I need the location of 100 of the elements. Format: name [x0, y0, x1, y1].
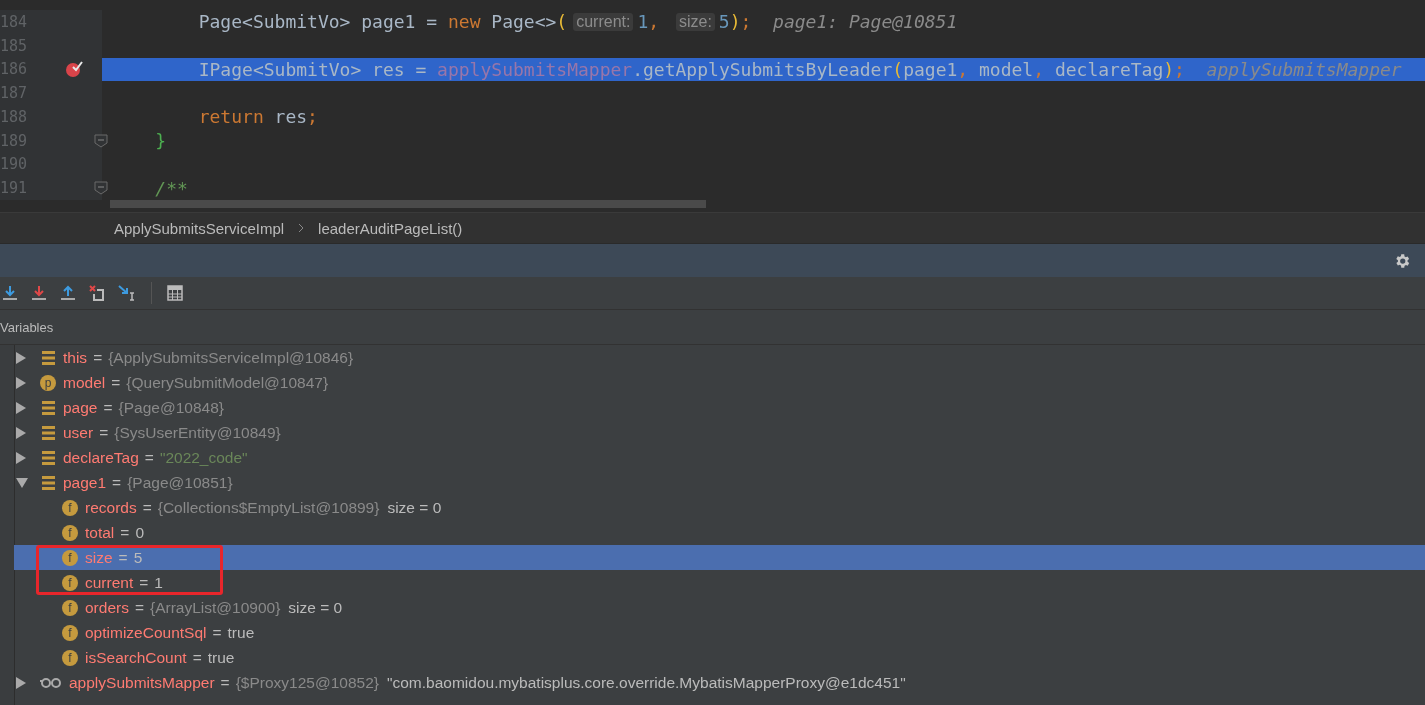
equals-sign: =	[139, 573, 149, 592]
expand-arrow-icon[interactable]	[15, 400, 27, 415]
field-icon: f	[62, 549, 78, 566]
variable-name: this	[63, 348, 88, 367]
variable-row[interactable]: f size = 5	[14, 545, 1425, 570]
variable-value: true	[227, 623, 255, 642]
parameter-hint: size:	[675, 12, 715, 31]
variable-row[interactable]: f records = {Collections$EmptyList@10899} size = 0	[14, 495, 1425, 520]
code-token: ,	[957, 58, 970, 80]
variable-name: orders	[85, 598, 129, 617]
breakpoint-icon[interactable]	[65, 60, 83, 77]
variable-name: optimizeCountSql	[85, 623, 207, 642]
expand-arrow-icon[interactable]	[15, 350, 27, 365]
breadcrumb[interactable]: ApplySubmitsServiceImpl	[114, 219, 285, 237]
variable-detail: size = 0	[288, 598, 343, 617]
run-to-cursor-icon[interactable]	[118, 285, 136, 301]
code-token: new	[447, 11, 481, 33]
variable-name: applySubmitsMapper	[69, 673, 215, 692]
code-token: }	[154, 130, 167, 152]
variable-row[interactable]: applySubmitsMapper = {$Proxy125@10852} "com.baomidou.mybatisplus.core.override.MybatisMapperProxy@e1dc451"	[14, 670, 1425, 695]
variable-row[interactable]: f total = 0	[14, 520, 1425, 545]
field-icon: f	[62, 574, 78, 591]
variable-value: {$Proxy125@10852}	[235, 673, 379, 692]
scrollbar[interactable]	[110, 200, 706, 208]
equals-sign: =	[120, 523, 130, 542]
breadcrumb[interactable]: leaderAuditPageList()	[318, 219, 463, 237]
code-token: Page<>	[490, 11, 557, 33]
field-list-icon	[41, 450, 55, 465]
code-token: )	[1163, 58, 1175, 80]
collapse-arrow-icon[interactable]	[15, 476, 29, 489]
variable-name: page1	[63, 473, 107, 492]
variable-value: {SysUserEntity@10849}	[114, 423, 281, 442]
code-token: model	[979, 58, 1034, 80]
code-token: ,	[648, 11, 661, 33]
variable-value: 0	[135, 523, 144, 542]
expand-arrow-icon[interactable]	[15, 425, 27, 440]
field-icon: f	[62, 649, 78, 666]
variable-name: size	[85, 548, 113, 567]
field-icon: f	[62, 524, 78, 541]
code-token: Page<SubmitVo> page1 =	[197, 11, 439, 33]
expand-arrow-icon[interactable]	[15, 450, 27, 465]
code-token: 1	[637, 11, 649, 33]
parameter-icon: p	[40, 374, 56, 391]
variable-name: user	[63, 423, 94, 442]
equals-sign: =	[134, 598, 144, 617]
variable-row[interactable]: f current = 1	[14, 570, 1425, 595]
field-icon: f	[62, 599, 78, 616]
variable-row[interactable]: page = {Page@10848}	[14, 395, 1425, 420]
variable-value: {Page@10851}	[127, 473, 233, 492]
variable-row[interactable]: p model = {QuerySubmitModel@10847}	[14, 370, 1425, 395]
panel-title: Variables	[0, 319, 54, 335]
code-token: /**	[154, 177, 188, 199]
field-list-icon	[41, 425, 55, 440]
variable-name: isSearchCount	[85, 648, 187, 667]
field-list-icon	[41, 400, 55, 415]
variable-value: 1	[154, 573, 163, 592]
code-token: (	[892, 58, 904, 80]
code-token: )	[729, 11, 741, 33]
variable-name: page	[63, 398, 98, 417]
field-list-icon	[41, 350, 55, 365]
equals-sign: =	[118, 548, 128, 567]
code-token: declareTag	[1054, 58, 1164, 80]
variable-detail: "com.baomidou.mybatisplus.core.override.MybatisMapperProxy@e1dc451"	[386, 673, 906, 692]
code-token: (	[556, 11, 568, 33]
expand-arrow-icon[interactable]	[15, 375, 27, 390]
field-list-icon	[41, 475, 55, 490]
variable-row[interactable]: user = {SysUserEntity@10849}	[14, 420, 1425, 445]
step-over-icon[interactable]	[2, 285, 18, 301]
variable-row[interactable]: f optimizeCountSql = true	[14, 620, 1425, 645]
expand-arrow-icon[interactable]	[15, 675, 27, 690]
calculator-icon[interactable]	[167, 285, 183, 301]
inline-debug-value: page1: Page@10851	[772, 11, 958, 33]
equals-sign: =	[192, 648, 202, 667]
variable-row[interactable]: declareTag = "2022_code"	[14, 445, 1425, 470]
drop-frame-icon[interactable]	[89, 285, 105, 301]
variable-value: {ArrayList@10900}	[150, 598, 281, 617]
variable-value: true	[207, 648, 235, 667]
step-into-icon[interactable]	[31, 285, 47, 301]
variable-name: model	[63, 373, 106, 392]
equals-sign: =	[112, 473, 122, 492]
step-out-icon[interactable]	[60, 285, 76, 301]
equals-sign: =	[220, 673, 230, 692]
code-token: return	[197, 106, 264, 128]
glasses-icon	[40, 677, 62, 688]
code-token: ;	[307, 106, 318, 128]
code-token: ;	[1174, 58, 1185, 80]
variable-row[interactable]: page1 = {Page@10851}	[14, 470, 1425, 495]
variable-value: {Page@10848}	[118, 398, 224, 417]
variable-row[interactable]: f isSearchCount = true	[14, 645, 1425, 670]
variable-value: {QuerySubmitModel@10847}	[126, 373, 329, 392]
equals-sign: =	[93, 348, 103, 367]
variable-row[interactable]: this = {ApplySubmitsServiceImpl@10846}	[14, 345, 1425, 370]
code-token: 5	[718, 11, 730, 33]
code-token: res	[273, 106, 308, 128]
variable-value: "2022_code"	[159, 448, 248, 467]
equals-sign: =	[103, 398, 113, 417]
equals-sign: =	[99, 423, 109, 442]
variable-row[interactable]: f orders = {ArrayList@10900} size = 0	[14, 595, 1425, 620]
chevron-icon	[298, 223, 305, 233]
equals-sign: =	[111, 373, 121, 392]
